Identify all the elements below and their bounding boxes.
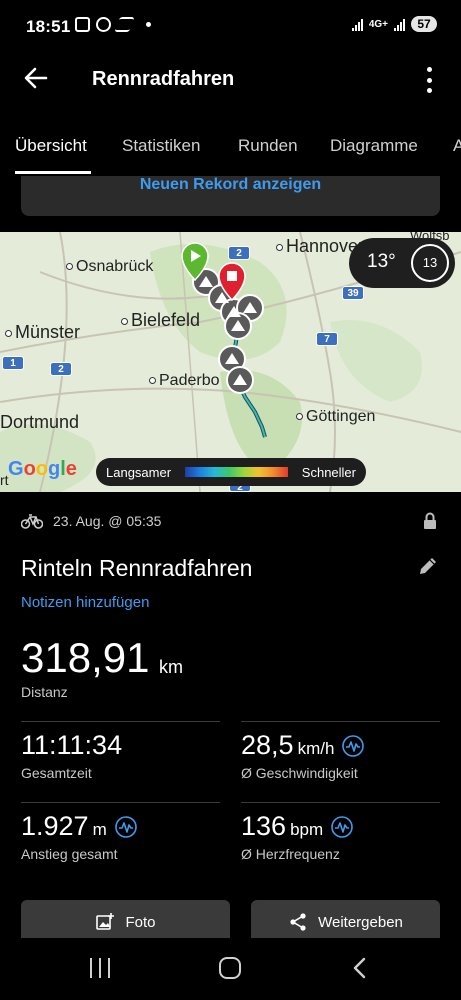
bicycle-icon bbox=[21, 514, 43, 529]
google-logo: Google bbox=[8, 458, 77, 480]
chart-wave-icon[interactable] bbox=[342, 734, 365, 757]
tab-overview[interactable]: Übersicht bbox=[15, 136, 87, 156]
tab-laps[interactable]: Runden bbox=[238, 136, 298, 156]
home-icon[interactable] bbox=[219, 957, 241, 979]
stat-value: 136 bbox=[241, 811, 287, 841]
stat-label: Gesamtzeit bbox=[21, 765, 92, 781]
page-title: Rennradfahren bbox=[92, 68, 235, 90]
divider bbox=[241, 721, 440, 722]
map-label-goettingen: Göttingen bbox=[296, 408, 375, 426]
network-type: 4G+ bbox=[368, 18, 388, 30]
battery-indicator: 57 bbox=[411, 16, 437, 32]
system-nav-bar bbox=[0, 938, 461, 1000]
weather-temperature: 13° bbox=[367, 251, 396, 272]
stat-avg-heart-rate[interactable]: 136 bpm Ø Herzfrequenz bbox=[241, 811, 353, 862]
wind-direction-icon: 13 bbox=[411, 244, 449, 282]
tab-more[interactable]: A bbox=[453, 136, 461, 156]
divider bbox=[21, 721, 220, 722]
stat-label: Ø Geschwindigkeit bbox=[241, 765, 358, 781]
lock-icon[interactable] bbox=[423, 512, 437, 530]
map-label-dortmund: Dortmund bbox=[0, 412, 80, 432]
notification-dot-icon bbox=[146, 22, 151, 27]
distance-value: 318,91 bbox=[21, 634, 150, 681]
stat-value: 1.927 bbox=[21, 811, 89, 841]
tab-charts[interactable]: Diagramme bbox=[330, 136, 418, 156]
stat-label: Anstieg gesamt bbox=[21, 846, 118, 862]
tab-bar: Übersicht Statistiken Runden Diagramme A bbox=[0, 130, 461, 176]
map-label-paderborn: Paderbo bbox=[149, 372, 220, 390]
share-icon bbox=[290, 913, 306, 931]
map-label-osnabrueck: Osnabrück bbox=[66, 258, 153, 276]
legend-faster-label: Schneller bbox=[301, 465, 356, 480]
distance-label: Distanz bbox=[21, 684, 68, 700]
stat-value: 11:11:34 bbox=[21, 730, 123, 760]
activity-meta: 23. Aug. @ 05:35 bbox=[21, 513, 161, 529]
chart-wave-icon[interactable] bbox=[331, 815, 353, 838]
divider bbox=[21, 802, 220, 803]
status-bar: 18:51 4G+ 57 bbox=[0, 0, 461, 52]
status-system-icons: 4G+ 57 bbox=[351, 16, 437, 32]
activity-date: 23. Aug. @ 05:35 bbox=[53, 513, 162, 529]
road-shield: 1 bbox=[2, 356, 24, 370]
edit-pencil-icon[interactable] bbox=[417, 555, 439, 577]
road-shield: 39 bbox=[342, 286, 364, 300]
tab-statistics[interactable]: Statistiken bbox=[122, 136, 200, 156]
brightness-icon bbox=[96, 17, 111, 32]
add-photo-icon bbox=[96, 913, 115, 930]
road-shield: 7 bbox=[316, 332, 338, 346]
route-map[interactable]: Hannover Osnabrück Bielefeld Münster Pad… bbox=[0, 232, 461, 492]
legend-slower-label: Langsamer bbox=[106, 465, 172, 480]
speed-gradient-bar bbox=[185, 467, 288, 477]
record-card: Neuen Rekord anzeigen bbox=[21, 176, 440, 216]
chart-wave-icon[interactable] bbox=[114, 815, 137, 838]
show-new-record-link[interactable]: Neuen Rekord anzeigen bbox=[21, 176, 440, 194]
stat-value: 28,5 bbox=[241, 730, 294, 760]
screenshot-icon bbox=[75, 17, 90, 32]
signal-icon-2 bbox=[394, 18, 405, 31]
no-signal-icon bbox=[114, 17, 135, 32]
map-label-muenster: Münster bbox=[5, 322, 80, 343]
app-bar: Rennradfahren bbox=[0, 52, 461, 108]
signal-icon bbox=[351, 18, 363, 31]
back-arrow-icon[interactable] bbox=[22, 64, 50, 92]
divider bbox=[241, 802, 440, 803]
map-label-bielefeld: Bielefeld bbox=[121, 310, 200, 331]
stat-unit: km/h bbox=[297, 739, 335, 758]
status-time: 18:51 bbox=[26, 17, 71, 36]
status-notification-icons bbox=[75, 17, 151, 32]
nav-back-icon[interactable] bbox=[350, 957, 370, 979]
weather-widget[interactable]: 13° 13 bbox=[349, 238, 455, 288]
share-button-label: Weitergeben bbox=[318, 913, 403, 931]
photo-button-label: Foto bbox=[125, 913, 156, 931]
stat-label: Ø Herzfrequenz bbox=[241, 846, 340, 862]
add-notes-link[interactable]: Notizen hinzufügen bbox=[21, 594, 149, 611]
stat-avg-speed[interactable]: 28,5 km/h Ø Geschwindigkeit bbox=[241, 730, 365, 781]
active-tab-indicator bbox=[15, 171, 91, 174]
stat-unit: bpm bbox=[290, 820, 324, 839]
more-options-icon[interactable] bbox=[417, 65, 441, 95]
stat-unit: m bbox=[92, 820, 107, 839]
stat-elevation-gain[interactable]: 1.927 m Anstieg gesamt bbox=[21, 811, 137, 862]
activity-title: Rinteln Rennradfahren bbox=[21, 555, 253, 581]
distance-unit: km bbox=[159, 657, 183, 677]
recent-apps-icon[interactable] bbox=[90, 958, 110, 978]
road-shield: 2 bbox=[228, 246, 250, 260]
speed-legend: Langsamer Schneller bbox=[96, 458, 366, 486]
road-shield: 2 bbox=[50, 362, 72, 376]
stat-total-time: 11:11:34 Gesamtzeit bbox=[21, 730, 122, 781]
